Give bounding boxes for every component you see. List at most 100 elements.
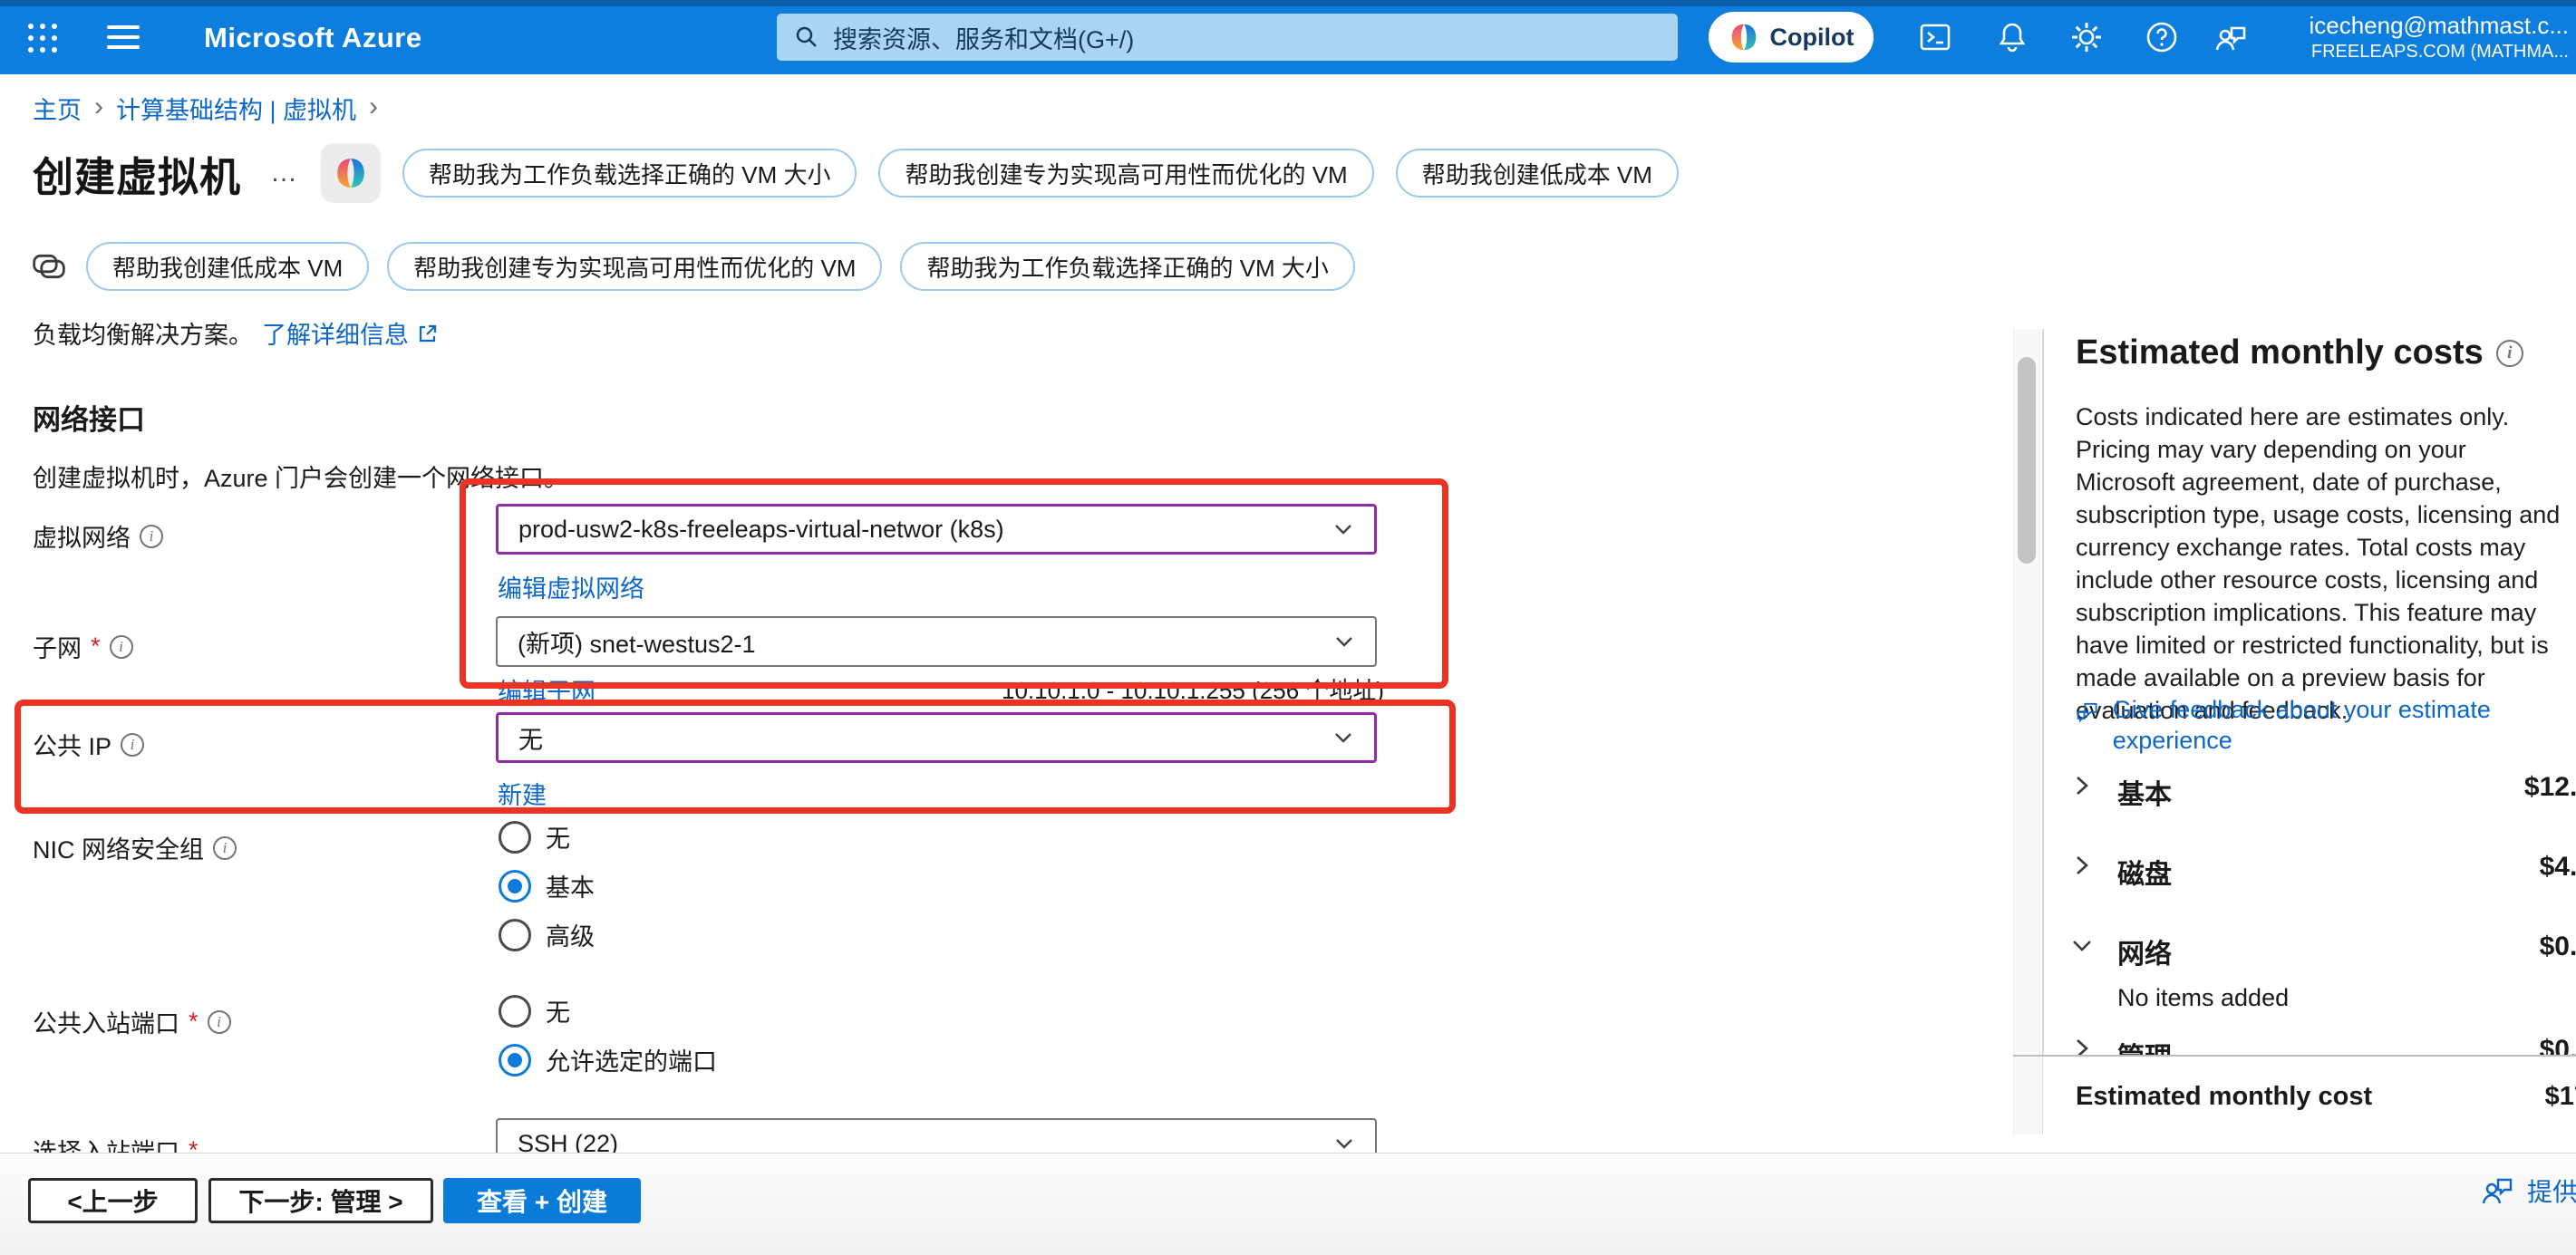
cost-total-separator: [2013, 1055, 2576, 1057]
edit-subnet-link[interactable]: 编辑子网: [498, 672, 596, 708]
help-icon[interactable]: [2144, 19, 2180, 55]
chevron-right-icon: ›: [369, 92, 378, 122]
copilot-chip[interactable]: 帮助我创建低成本 VM: [1396, 149, 1679, 198]
chevron-down-icon: [1332, 727, 1354, 748]
nic-nsg-label: NIC 网络安全组 i: [33, 830, 237, 865]
copilot-chips-row: 帮助我创建低成本 VM 帮助我创建专为实现高可用性而优化的 VM 帮助我为工作负…: [30, 241, 1355, 292]
radio-icon[interactable]: [499, 919, 531, 951]
copilot-chip[interactable]: 帮助我创建专为实现高可用性而优化的 VM: [878, 149, 1373, 198]
top-bar: Microsoft Azure 搜索资源、服务和文档(G+/): [0, 0, 2576, 74]
page-title: 创建虚拟机: [33, 144, 241, 203]
copilot-logo-icon: [1729, 22, 1759, 53]
nsg-option-none[interactable]: 无: [499, 819, 570, 854]
next-step-management-button[interactable]: 下一步: 管理 >: [208, 1178, 433, 1223]
cost-total-label: Estimated monthly cost: [2076, 1082, 2372, 1112]
topbar-edge: [0, 0, 2576, 6]
copilot-logo-icon: [334, 156, 368, 190]
vnet-label: 虚拟网络 i: [33, 518, 163, 554]
info-icon[interactable]: i: [208, 1010, 231, 1034]
subnet-dropdown[interactable]: (新项) snet-westus2-1: [496, 616, 1377, 667]
panel-divider: [2042, 329, 2044, 1134]
copilot-suggestions-button[interactable]: [321, 143, 381, 203]
required-asterisk: *: [91, 632, 101, 661]
info-icon[interactable]: i: [121, 733, 144, 757]
vnet-dropdown[interactable]: prod-usw2-k8s-freeleaps-virtual-networ (…: [496, 504, 1377, 555]
footer-feedback-link[interactable]: 提供反馈: [2480, 1173, 2576, 1209]
chevron-right-icon[interactable]: [2068, 772, 2096, 799]
chevron-down-icon[interactable]: [2068, 932, 2096, 959]
cost-row-basic[interactable]: 基本: [2117, 772, 2172, 812]
account-block[interactable]: icecheng@mathmast.c... FREELEAPS.COM (MA…: [2309, 11, 2569, 63]
menu-icon[interactable]: [107, 25, 140, 49]
copilot-button[interactable]: Copilot: [1709, 12, 1874, 63]
copilot-chip[interactable]: 帮助我为工作负载选择正确的 VM 大小: [402, 149, 857, 198]
section-heading-network-interface: 网络接口: [33, 397, 145, 438]
subnet-value: (新项) snet-westus2-1: [518, 624, 756, 660]
vnet-label-text: 虚拟网络: [33, 518, 131, 554]
cost-row-disk[interactable]: 磁盘: [2117, 852, 2172, 892]
chevron-down-icon: [1332, 518, 1354, 540]
public-ip-value: 无: [518, 720, 543, 756]
learn-more-link[interactable]: 了解详细信息: [262, 315, 438, 351]
settings-gear-icon[interactable]: [2068, 19, 2105, 55]
create-new-public-ip-link[interactable]: 新建: [498, 776, 547, 811]
copilot-chip[interactable]: 帮助我创建专为实现高可用性而优化的 VM: [387, 242, 882, 291]
cost-panel-title-text: Estimated monthly costs: [2076, 333, 2484, 372]
chevron-down-icon: [1333, 1133, 1355, 1154]
breadcrumb-virtual-machines[interactable]: 计算基础结构 | 虚拟机: [116, 91, 356, 126]
cost-network-note: No items added: [2117, 984, 2289, 1012]
copilot-chip[interactable]: 帮助我创建低成本 VM: [86, 242, 369, 291]
chevron-right-icon: ›: [94, 92, 103, 122]
info-icon[interactable]: i: [140, 525, 163, 548]
public-ip-label: 公共 IP i: [33, 727, 144, 762]
subnet-address-range: 10.10.1.0 - 10.10.1.255 (256 个地址): [1002, 672, 1384, 706]
more-actions-icon[interactable]: …: [270, 158, 297, 188]
search-placeholder: 搜索资源、服务和文档(G+/): [833, 20, 1134, 55]
public-ip-label-text: 公共 IP: [33, 727, 111, 762]
cost-panel-title: Estimated monthly costs i: [2076, 333, 2523, 372]
copilot-chip[interactable]: 帮助我为工作负载选择正确的 VM 大小: [900, 242, 1354, 291]
inbound-option-none[interactable]: 无: [499, 993, 570, 1028]
search-icon: [793, 24, 820, 51]
info-icon[interactable]: i: [213, 836, 237, 860]
cost-disclaimer: Costs indicated here are estimates only.…: [2076, 401, 2570, 727]
cost-row-disk-price: $4.8: [2540, 852, 2576, 883]
breadcrumb-home[interactable]: 主页: [33, 91, 82, 126]
previous-step-button[interactable]: <上一步: [28, 1178, 198, 1223]
info-icon[interactable]: i: [2496, 340, 2523, 367]
inbound-option-allow-selected[interactable]: 允许选定的端口: [499, 1042, 717, 1077]
nsg-option-basic[interactable]: 基本: [499, 868, 595, 903]
app-launcher-icon[interactable]: [27, 23, 58, 53]
nsg-option-advanced[interactable]: 高级: [499, 917, 595, 952]
radio-label: 高级: [546, 917, 595, 952]
intro-tail-text: 负载均衡解决方案。 了解详细信息: [33, 315, 438, 351]
radio-selected-icon[interactable]: [499, 1044, 531, 1076]
public-ip-dropdown[interactable]: 无: [496, 712, 1377, 763]
chevron-right-icon[interactable]: [2068, 852, 2096, 879]
cloud-shell-icon[interactable]: [1917, 19, 1953, 55]
radio-label: 无: [546, 819, 570, 854]
info-icon[interactable]: i: [110, 635, 133, 659]
edit-vnet-link[interactable]: 编辑虚拟网络: [498, 569, 644, 604]
brand-title[interactable]: Microsoft Azure: [204, 22, 422, 54]
radio-selected-icon[interactable]: [499, 870, 531, 903]
cost-feedback-link[interactable]: Give feedback about your estimate experi…: [2074, 694, 2500, 756]
copilot-outline-icon: [30, 247, 68, 285]
feedback-icon[interactable]: [2213, 19, 2250, 55]
subnet-label-text: 子网: [33, 629, 82, 664]
scrollbar-thumb[interactable]: [2018, 357, 2036, 564]
footer-feedback-label: 提供反馈: [2527, 1173, 2576, 1209]
user-tenant: FREELEAPS.COM (MATHMA...: [2309, 41, 2569, 63]
review-create-button[interactable]: 查看 + 创建: [443, 1178, 641, 1223]
public-inbound-ports-label-text: 公共入站端口: [33, 1004, 179, 1039]
radio-icon[interactable]: [499, 995, 531, 1028]
vnet-value: prod-usw2-k8s-freeleaps-virtual-networ (…: [518, 516, 1004, 544]
radio-label: 允许选定的端口: [546, 1042, 717, 1077]
radio-icon[interactable]: [499, 821, 531, 854]
notifications-icon[interactable]: [1994, 19, 2030, 55]
cost-row-network[interactable]: 网络: [2117, 932, 2172, 971]
title-row: 创建虚拟机 … 帮助我为工作负载选择正确的 VM 大小 帮助我创建专为实现高可用…: [33, 143, 1679, 203]
search-input[interactable]: 搜索资源、服务和文档(G+/): [777, 14, 1678, 61]
required-asterisk: *: [189, 1008, 199, 1036]
breadcrumb: 主页 › 计算基础结构 | 虚拟机 ›: [33, 91, 378, 126]
